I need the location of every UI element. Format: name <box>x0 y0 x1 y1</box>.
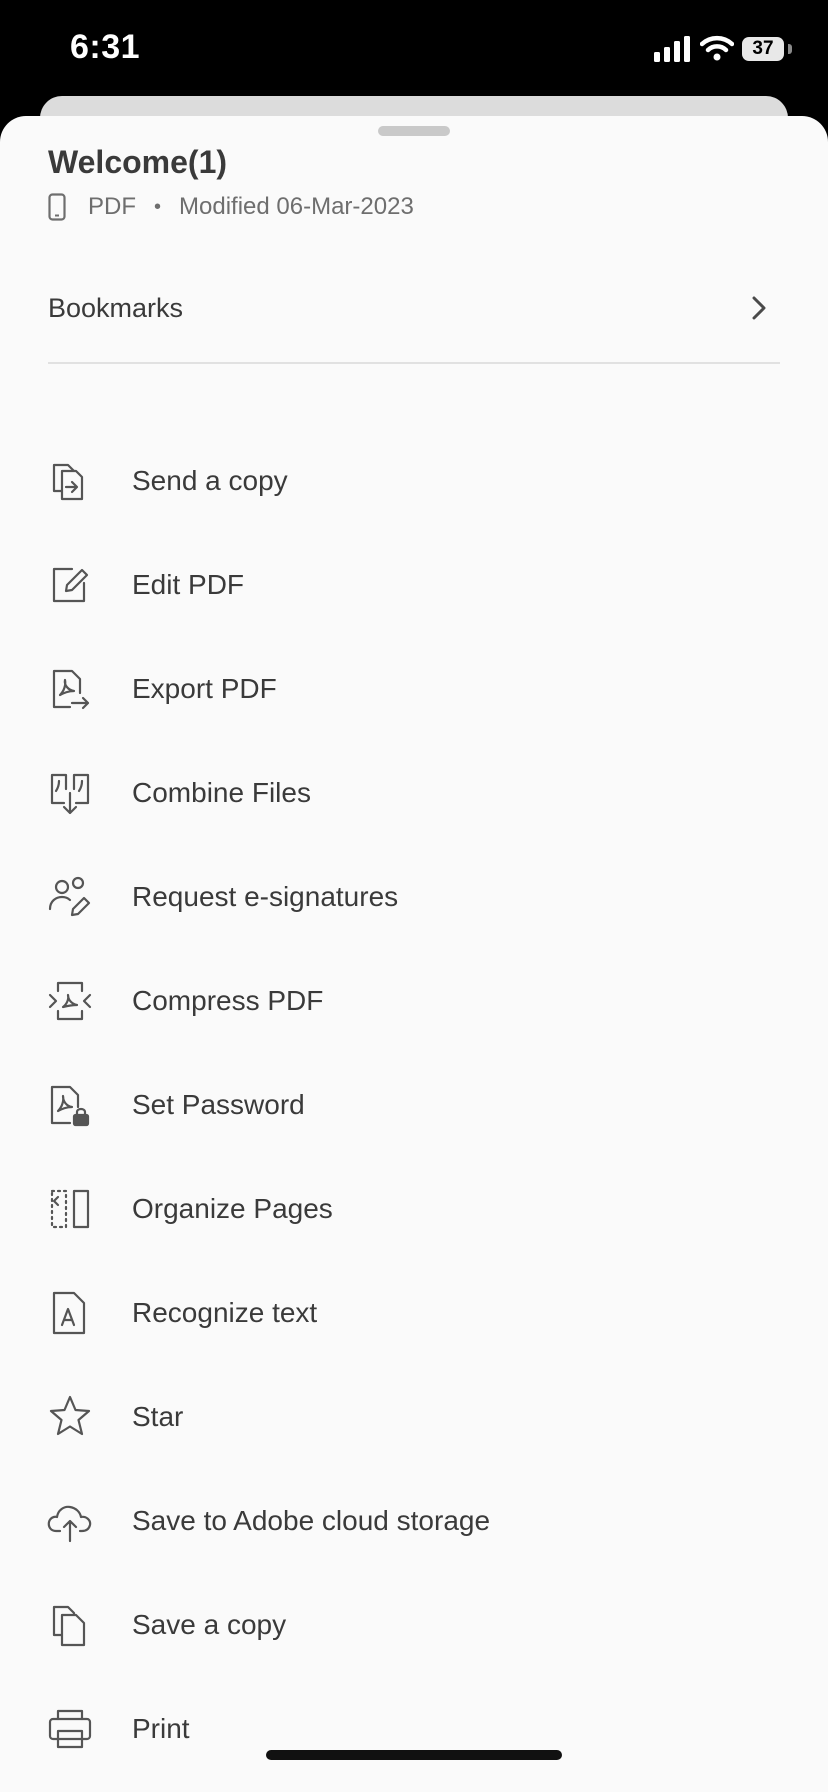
menu-item-send-a-copy[interactable]: Send a copy <box>0 429 828 533</box>
meta-separator: • <box>154 195 162 218</box>
send-copy-icon <box>46 457 94 505</box>
menu-item-combine-files[interactable]: Combine Files <box>0 741 828 845</box>
menu-label: Save to Adobe cloud storage <box>132 1505 491 1536</box>
chevron-right-icon <box>752 296 766 320</box>
request-signatures-icon <box>46 873 94 921</box>
cloud-upload-icon <box>46 1497 94 1545</box>
menu-label: Edit PDF <box>132 569 245 600</box>
save-copy-icon <box>46 1601 94 1649</box>
document-title: Welcome(1) <box>48 144 228 180</box>
export-pdf-icon <box>46 665 94 713</box>
document-meta: PDF • Modified 06-Mar-2023 <box>48 190 414 224</box>
star-icon <box>46 1393 94 1441</box>
menu-label: Set Password <box>132 1089 305 1120</box>
menu-item-recognize-text[interactable]: Recognize text <box>0 1261 828 1365</box>
menu-label: Request e-signatures <box>132 881 399 912</box>
menu-item-save-a-copy[interactable]: Save a copy <box>0 1573 828 1677</box>
menu-label: Combine Files <box>132 777 311 808</box>
status-time: 6:31 <box>70 28 141 66</box>
menu-label: Print <box>132 1713 190 1744</box>
compress-pdf-icon <box>46 977 94 1025</box>
combine-files-icon <box>46 769 94 817</box>
cellular-signal-icon <box>654 36 690 62</box>
actions-menu: Send a copy Edit PDF Export PDF Combine … <box>0 429 828 1781</box>
bookmarks-row[interactable]: Bookmarks <box>48 276 778 340</box>
menu-label: Organize Pages <box>132 1193 333 1224</box>
organize-pages-icon <box>46 1185 94 1233</box>
wifi-icon <box>700 35 734 61</box>
menu-label: Send a copy <box>132 465 288 496</box>
menu-label: Compress PDF <box>132 985 324 1016</box>
section-divider <box>48 362 780 364</box>
menu-item-print[interactable]: Print <box>0 1677 828 1781</box>
menu-item-save-to-cloud[interactable]: Save to Adobe cloud storage <box>0 1469 828 1573</box>
status-bar: 6:31 37 <box>0 0 828 100</box>
menu-item-organize-pages[interactable]: Organize Pages <box>0 1157 828 1261</box>
menu-label: Save a copy <box>132 1609 287 1640</box>
bookmarks-label: Bookmarks <box>48 292 184 323</box>
menu-item-star[interactable]: Star <box>0 1365 828 1469</box>
menu-label: Recognize text <box>132 1297 318 1328</box>
menu-item-export-pdf[interactable]: Export PDF <box>0 637 828 741</box>
print-icon <box>46 1705 94 1753</box>
document-actions-sheet: Welcome(1) PDF • Modified 06-Mar-2023 Bo… <box>0 116 828 1792</box>
phone-icon <box>48 193 66 221</box>
sheet-grabber[interactable] <box>378 126 450 136</box>
set-password-icon <box>46 1081 94 1129</box>
battery-icon: 37 <box>742 37 784 61</box>
menu-item-edit-pdf[interactable]: Edit PDF <box>0 533 828 637</box>
recognize-text-icon <box>46 1289 94 1337</box>
menu-item-compress-pdf[interactable]: Compress PDF <box>0 949 828 1053</box>
document-modified: Modified 06-Mar-2023 <box>179 193 414 220</box>
menu-label: Export PDF <box>132 673 277 704</box>
menu-item-request-e-signatures[interactable]: Request e-signatures <box>0 845 828 949</box>
menu-item-set-password[interactable]: Set Password <box>0 1053 828 1157</box>
edit-icon <box>46 561 94 609</box>
battery-nub <box>788 44 792 54</box>
home-indicator[interactable] <box>266 1750 562 1760</box>
document-type: PDF <box>88 193 136 220</box>
menu-label: Star <box>132 1401 184 1432</box>
